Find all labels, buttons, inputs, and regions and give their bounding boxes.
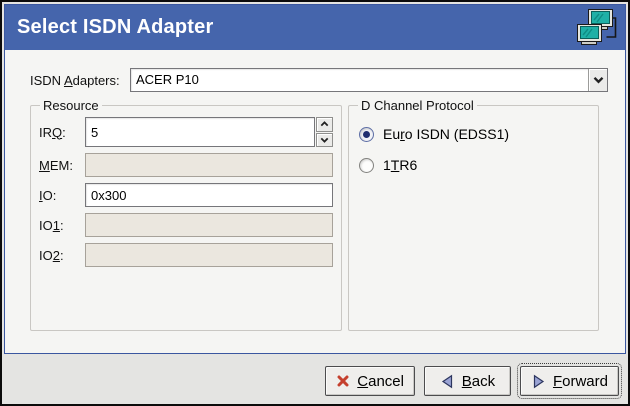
io1-input bbox=[85, 213, 333, 237]
field-row-io2: IO2: bbox=[39, 243, 333, 267]
adapter-combobox[interactable]: ACER P10 bbox=[130, 68, 608, 92]
io2-input bbox=[85, 243, 333, 267]
radio-option-1tr6[interactable]: 1TR6 bbox=[359, 156, 590, 174]
arrow-right-icon bbox=[531, 374, 546, 389]
chevron-down-icon[interactable] bbox=[588, 69, 607, 91]
button-bar: Cancel Back Forward bbox=[4, 354, 626, 402]
adapter-row: ISDN Adapters: ACER P10 bbox=[30, 68, 608, 92]
forward-button-label: Forward bbox=[553, 373, 608, 390]
field-row-io: IO: bbox=[39, 183, 333, 207]
radio-option-euro-isdn[interactable]: Euro ISDN (EDSS1) bbox=[359, 125, 590, 143]
d-channel-protocol-group: D Channel Protocol Euro ISDN (EDSS1) 1TR… bbox=[348, 98, 599, 331]
spin-up-icon[interactable] bbox=[316, 117, 333, 132]
mem-input bbox=[85, 153, 333, 177]
isdn-adapters-label: ISDN Adapters: bbox=[30, 73, 130, 88]
radio-button-icon[interactable] bbox=[359, 158, 374, 173]
radio-label-euro-isdn: Euro ISDN (EDSS1) bbox=[383, 126, 509, 142]
back-button[interactable]: Back bbox=[424, 366, 511, 396]
spinner-buttons bbox=[316, 117, 333, 147]
field-row-irq: IRQ: bbox=[39, 117, 333, 147]
network-computers-icon bbox=[577, 9, 617, 46]
back-button-label: Back bbox=[462, 373, 495, 390]
irq-input[interactable] bbox=[85, 117, 315, 147]
dialog-window: Select ISDN Adapter bbox=[0, 0, 630, 406]
mem-label: MEM: bbox=[39, 158, 85, 173]
forward-button[interactable]: Forward bbox=[520, 366, 619, 396]
adapter-combobox-value: ACER P10 bbox=[131, 69, 588, 91]
dialog-title: Select ISDN Adapter bbox=[17, 16, 213, 39]
field-row-mem: MEM: bbox=[39, 153, 333, 177]
header-banner: Select ISDN Adapter bbox=[5, 5, 625, 50]
cancel-button[interactable]: Cancel bbox=[325, 366, 415, 396]
d-channel-protocol-legend: D Channel Protocol bbox=[358, 98, 477, 113]
resource-legend: Resource bbox=[40, 98, 102, 113]
resource-group: Resource IRQ: bbox=[30, 98, 342, 331]
radio-label-1tr6: 1TR6 bbox=[383, 157, 417, 173]
wizard-panel: Select ISDN Adapter bbox=[4, 4, 626, 354]
io1-label: IO1: bbox=[39, 218, 85, 233]
content-area: ISDN Adapters: ACER P10 Resource IRQ: bbox=[5, 50, 625, 353]
radio-button-icon[interactable] bbox=[359, 127, 374, 142]
irq-label: IRQ: bbox=[39, 125, 85, 140]
io2-label: IO2: bbox=[39, 248, 85, 263]
cancel-x-icon bbox=[336, 374, 350, 388]
arrow-left-icon bbox=[440, 374, 455, 389]
io-label: IO: bbox=[39, 188, 85, 203]
cancel-button-label: Cancel bbox=[357, 373, 404, 390]
field-row-io1: IO1: bbox=[39, 213, 333, 237]
io-input[interactable] bbox=[85, 183, 333, 207]
irq-spinner[interactable] bbox=[85, 117, 333, 147]
spin-down-icon[interactable] bbox=[316, 133, 333, 148]
